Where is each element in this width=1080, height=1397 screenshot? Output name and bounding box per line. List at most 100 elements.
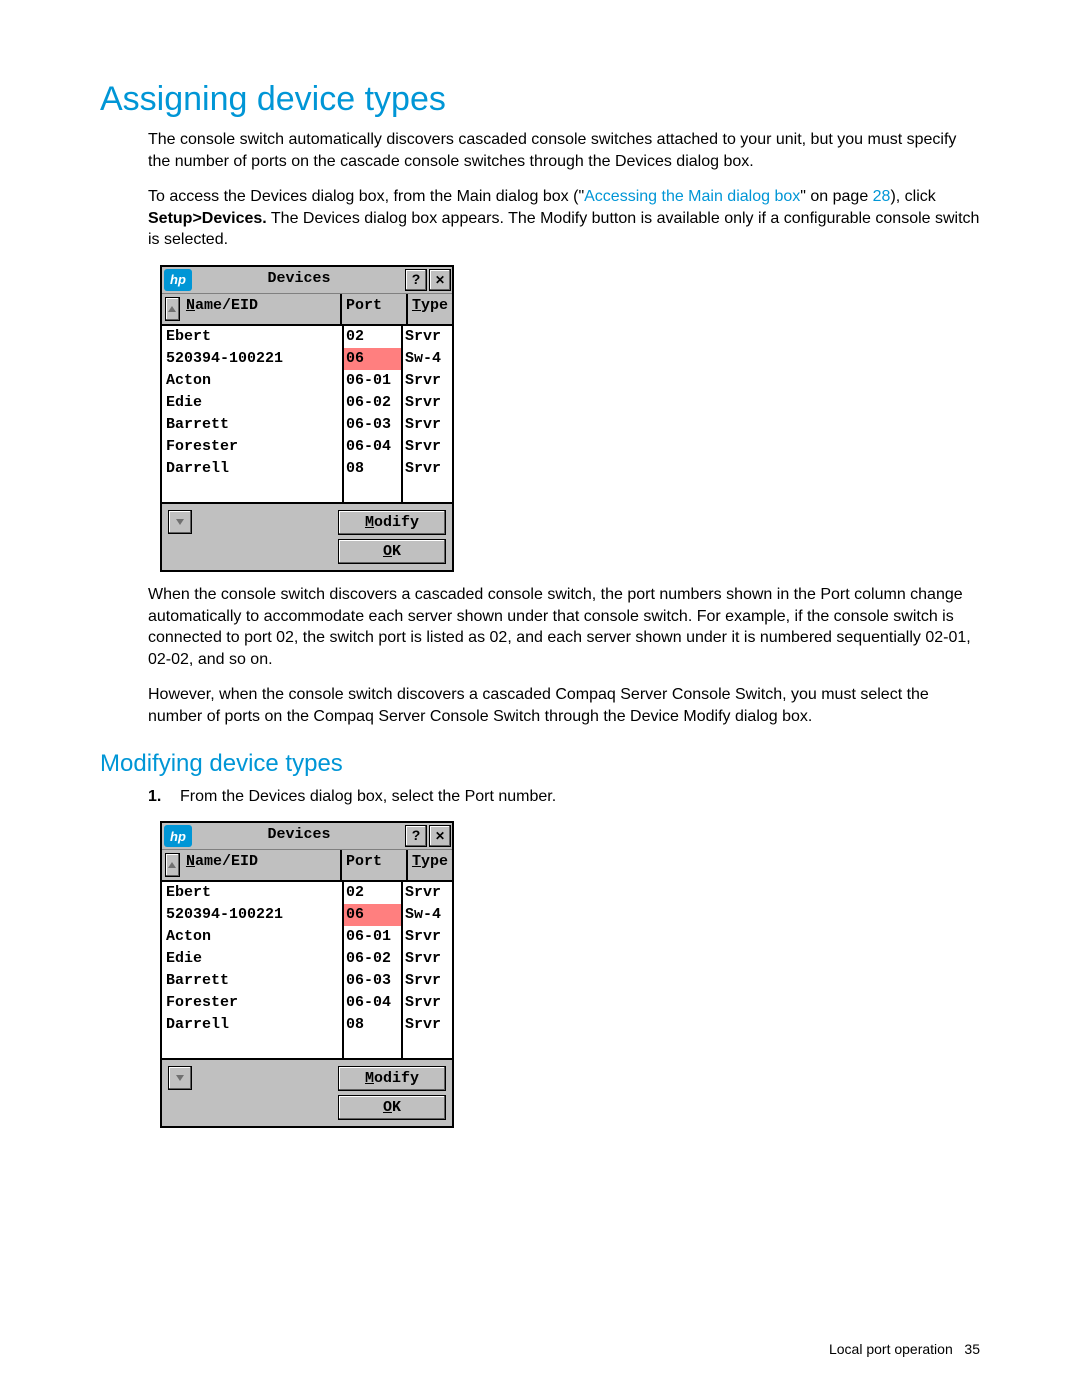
column-header-port[interactable]: Port <box>340 850 406 880</box>
paragraph: To access the Devices dialog box, from t… <box>100 186 980 251</box>
table-row[interactable]: 520394-10022106Sw-4 <box>162 904 452 926</box>
cell-name: Forester <box>162 992 344 1014</box>
cell-port: 08 <box>344 458 403 480</box>
cell-type: Srvr <box>403 948 452 970</box>
table-row[interactable]: Darrell08Srvr <box>162 458 452 480</box>
table-row[interactable]: Forester06-04Srvr <box>162 992 452 1014</box>
page-footer: Local port operation 35 <box>829 1341 980 1357</box>
modify-button[interactable]: Modify <box>338 1066 446 1091</box>
table-row[interactable]: Barrett06-03Srvr <box>162 970 452 992</box>
cell-port: 06-03 <box>344 414 403 436</box>
cell-type: Srvr <box>403 926 452 948</box>
ok-button[interactable]: OK <box>338 1095 446 1120</box>
table-row[interactable]: Ebert02Srvr <box>162 882 452 904</box>
cell-type: Srvr <box>403 326 452 348</box>
close-button[interactable] <box>429 269 451 291</box>
table-row[interactable]: 520394-10022106Sw-4 <box>162 348 452 370</box>
mnemonic: O <box>383 543 392 560</box>
mnemonic: T <box>412 853 421 870</box>
table-row[interactable]: Forester06-04Srvr <box>162 436 452 458</box>
cell-port <box>344 480 403 502</box>
step-item: From the Devices dialog box, select the … <box>148 786 980 808</box>
column-header-type[interactable]: Type <box>406 850 452 880</box>
paragraph: The console switch automatically discove… <box>100 129 980 172</box>
ok-button[interactable]: OK <box>338 539 446 564</box>
text: ame/EID <box>195 297 258 314</box>
cell-port: 06-04 <box>344 992 403 1014</box>
table-row[interactable]: Edie06-02Srvr <box>162 392 452 414</box>
table-row[interactable]: Edie06-02Srvr <box>162 948 452 970</box>
cell-port: 02 <box>344 326 403 348</box>
close-button[interactable] <box>429 825 451 847</box>
text: K <box>392 1099 401 1116</box>
table-row[interactable]: Acton06-01Srvr <box>162 926 452 948</box>
column-headers: Name/EID Port Type <box>162 850 452 882</box>
cell-type <box>403 480 452 502</box>
cell-port <box>344 1036 403 1058</box>
hp-logo-icon: hp <box>164 269 192 291</box>
cell-type <box>403 1036 452 1058</box>
cell-name: Acton <box>162 926 344 948</box>
cell-name: 520394-100221 <box>162 348 344 370</box>
mnemonic: O <box>383 1099 392 1116</box>
paragraph: When the console switch discovers a casc… <box>100 584 980 670</box>
column-headers: Name/EID Port Type <box>162 294 452 326</box>
cell-type: Srvr <box>403 882 452 904</box>
sort-button[interactable] <box>165 853 180 877</box>
scroll-down-button[interactable] <box>168 1066 192 1090</box>
cell-name: Darrell <box>162 1014 344 1036</box>
cell-name: Edie <box>162 948 344 970</box>
cell-port: 06-01 <box>344 370 403 392</box>
subsection-heading: Modifying device types <box>100 750 980 778</box>
table-row[interactable]: Ebert02Srvr <box>162 326 452 348</box>
column-header-name[interactable]: Name/EID <box>182 850 340 880</box>
text: " on page <box>800 188 872 205</box>
help-button[interactable] <box>405 825 427 847</box>
cell-name: Forester <box>162 436 344 458</box>
cell-port: 06-02 <box>344 948 403 970</box>
column-header-type[interactable]: Type <box>406 294 452 324</box>
help-button[interactable] <box>405 269 427 291</box>
text: odify <box>374 514 419 531</box>
devices-dialog-figure: hp Devices Name/EID Port Type Ebert02Srv… <box>160 265 454 572</box>
table-row[interactable]: Acton06-01Srvr <box>162 370 452 392</box>
column-header-port[interactable]: Port <box>340 294 406 324</box>
mnemonic: T <box>412 297 421 314</box>
dialog-title: Devices <box>194 823 404 849</box>
text: To access the Devices dialog box, from t… <box>148 188 584 205</box>
page-reference-link[interactable]: 28 <box>873 188 891 205</box>
section-heading: Assigning device types <box>100 80 980 119</box>
cell-type: Srvr <box>403 436 452 458</box>
table-row[interactable]: Barrett06-03Srvr <box>162 414 452 436</box>
page-number: 35 <box>964 1341 980 1357</box>
cell-port: 06-04 <box>344 436 403 458</box>
cell-name: Edie <box>162 392 344 414</box>
scroll-down-button[interactable] <box>168 510 192 534</box>
dialog-title: Devices <box>194 267 404 293</box>
text: ype <box>421 853 448 870</box>
column-header-name[interactable]: Name/EID <box>182 294 340 324</box>
mnemonic: M <box>365 1070 374 1087</box>
cell-port: 02 <box>344 882 403 904</box>
text: odify <box>374 1070 419 1087</box>
cell-port: 06 <box>344 348 403 370</box>
cross-reference-link[interactable]: Accessing the Main dialog box <box>584 188 800 205</box>
cell-name <box>162 480 344 502</box>
cell-port: 06 <box>344 904 403 926</box>
footer-section-name: Local port operation <box>829 1341 953 1357</box>
cell-name: Ebert <box>162 882 344 904</box>
mnemonic: N <box>186 853 195 870</box>
modify-button[interactable]: Modify <box>338 510 446 535</box>
sort-button[interactable] <box>165 297 180 321</box>
dialog-titlebar: hp Devices <box>162 267 452 294</box>
cell-name: Barrett <box>162 414 344 436</box>
cell-name <box>162 1036 344 1058</box>
text: The Devices dialog box appears. The Modi… <box>148 210 979 249</box>
cell-type: Srvr <box>403 1014 452 1036</box>
cell-type: Srvr <box>403 458 452 480</box>
table-row[interactable] <box>162 480 452 502</box>
table-row[interactable] <box>162 1036 452 1058</box>
mnemonic: N <box>186 297 195 314</box>
table-row[interactable]: Darrell08Srvr <box>162 1014 452 1036</box>
cell-name: Barrett <box>162 970 344 992</box>
